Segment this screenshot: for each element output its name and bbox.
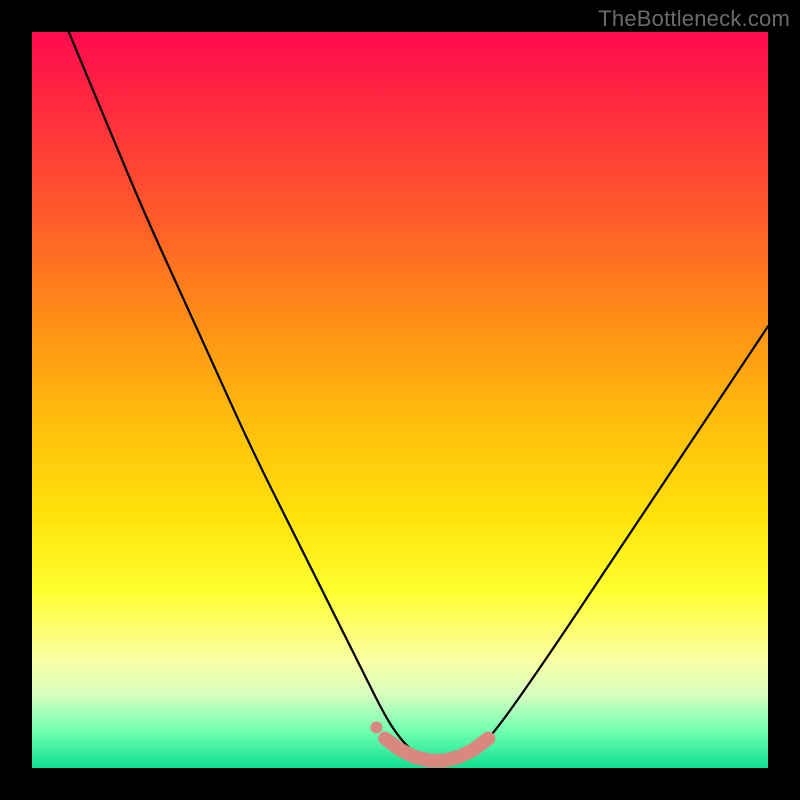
- chart-frame: TheBottleneck.com: [0, 0, 800, 800]
- bottleneck-curve-left: [69, 32, 437, 764]
- basin-marker-dot: [370, 722, 382, 734]
- watermark-text: TheBottleneck.com: [598, 6, 790, 32]
- basin-marker-group: [370, 722, 488, 761]
- bottleneck-curve-right: [437, 326, 768, 764]
- basin-marker-path: [385, 739, 488, 761]
- curve-layer: [32, 32, 768, 768]
- plot-area: [32, 32, 768, 768]
